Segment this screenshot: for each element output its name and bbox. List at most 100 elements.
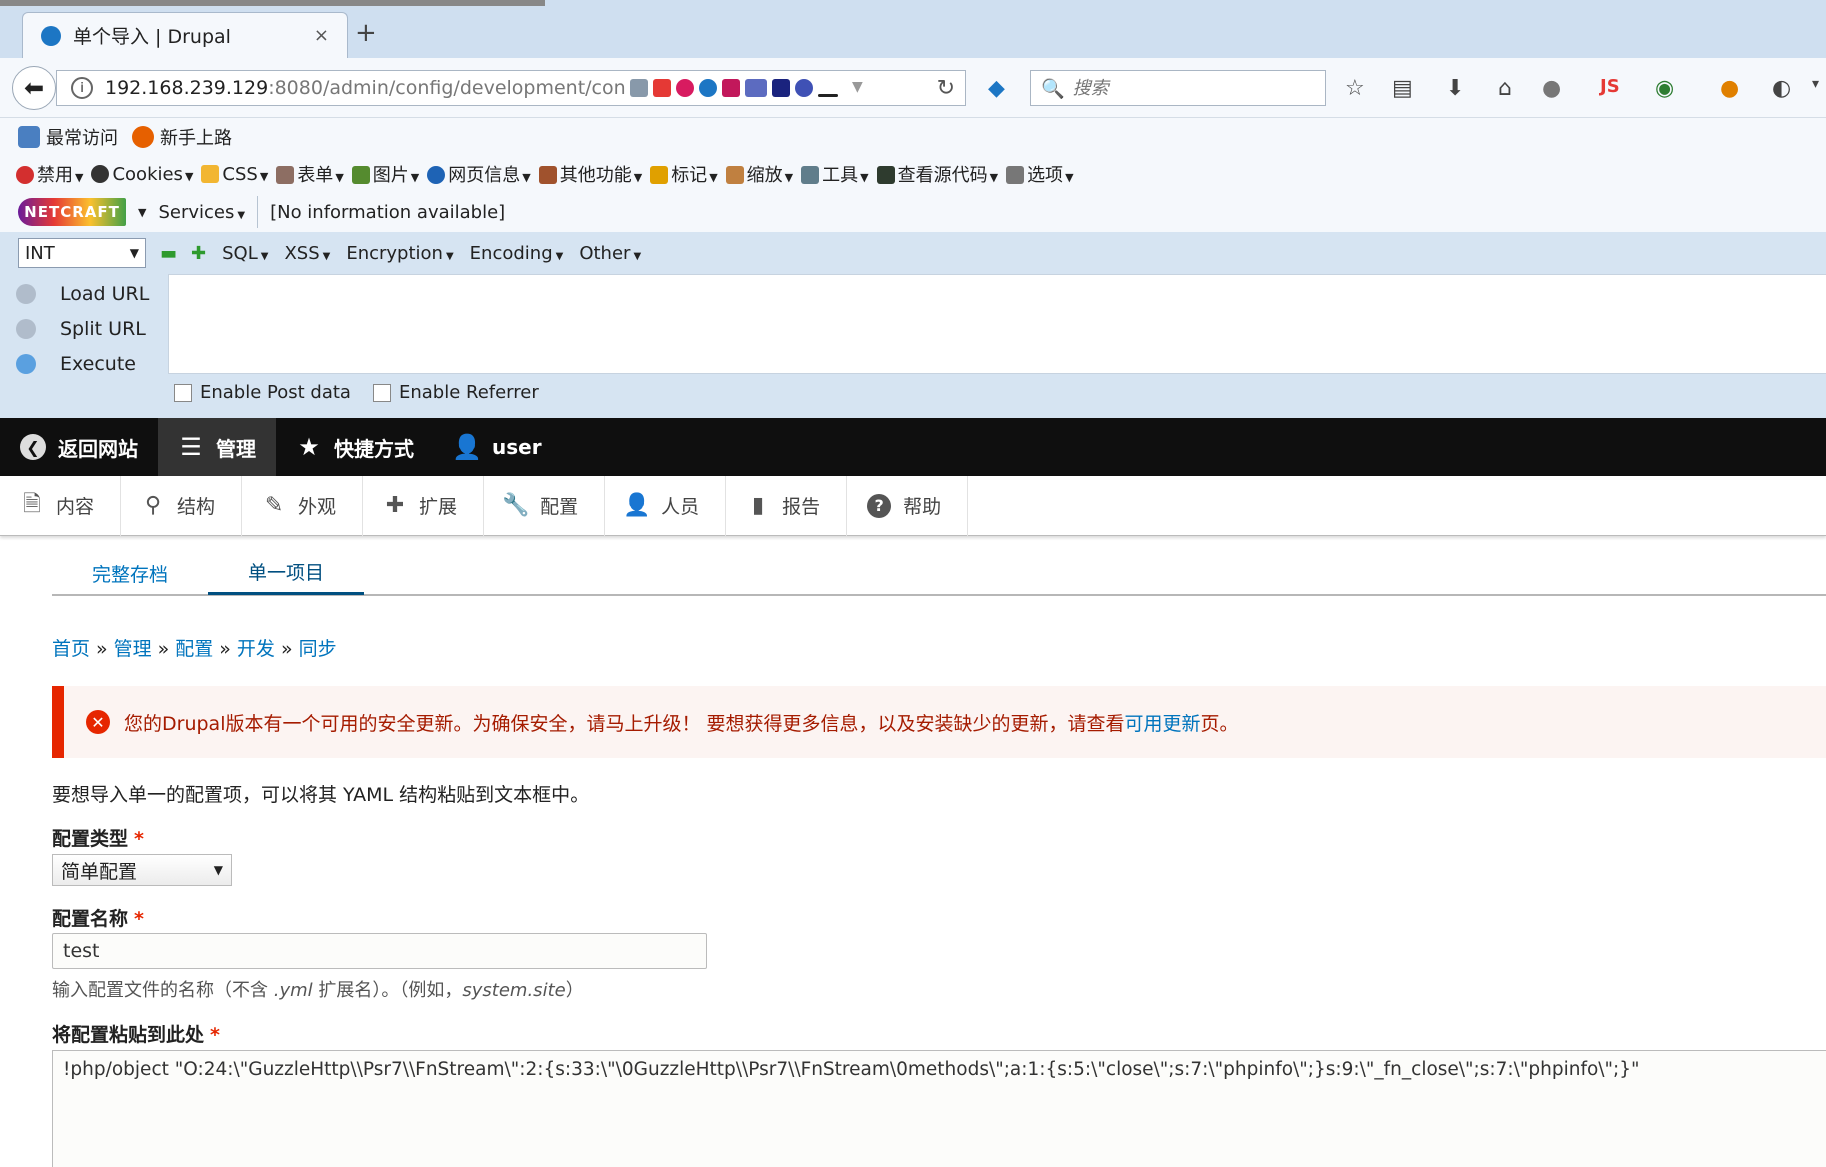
new-tab-button[interactable]: + xyxy=(355,18,377,48)
search-bar[interactable]: 🔍 xyxy=(1030,70,1326,106)
tray-configuration[interactable]: 🔧 配置 xyxy=(484,475,606,536)
wd-info-menu[interactable]: 网页信息 ▼ xyxy=(427,161,531,187)
wd-resize-menu[interactable]: 缩放 ▼ xyxy=(725,161,793,187)
tray-extend[interactable]: ✚ 扩展 xyxy=(363,475,485,536)
options-icon xyxy=(1006,166,1025,184)
load-url-button[interactable]: Load URL xyxy=(16,276,166,311)
decrease-icon[interactable]: ▬ xyxy=(160,243,177,264)
hackbar-sql-menu[interactable]: SQL ▼ xyxy=(222,243,268,264)
split-url-button[interactable]: Split URL xyxy=(16,311,166,346)
breadcrumb-home[interactable]: 首页 xyxy=(52,638,90,660)
back-button[interactable]: ⬅ xyxy=(12,66,56,110)
bookmark-star-icon[interactable]: ☆ xyxy=(1345,76,1365,101)
tab-single-item[interactable]: 单一项目 xyxy=(208,551,365,595)
tray-people[interactable]: 👤 人员 xyxy=(605,475,727,536)
dropdown-arrow-icon[interactable]: ▼ xyxy=(852,79,863,97)
firebug-icon[interactable]: ● xyxy=(1720,76,1739,101)
underline-ext-icon[interactable] xyxy=(818,94,838,97)
available-updates-link[interactable]: 可用更新 xyxy=(1125,713,1201,735)
drupal-ext-icon[interactable] xyxy=(699,79,717,97)
breadcrumb-config[interactable]: 配置 xyxy=(175,638,213,660)
url-bar[interactable]: i 192.168.239.129:8080/admin/config/deve… xyxy=(56,70,966,106)
wd-outline-menu[interactable]: 标记 ▼ xyxy=(650,161,718,187)
marker-icon xyxy=(650,166,669,184)
drupal-admin-toolbar: ❮ 返回网站 ☰ 管理 ★ 快捷方式 👤 user xyxy=(0,418,1826,476)
netcraft-services-menu[interactable]: Services ▼ xyxy=(158,202,245,223)
bird-ext-icon[interactable]: ◆ xyxy=(988,76,1005,101)
overflow-icon[interactable]: ▾ xyxy=(1812,76,1819,92)
config-name-description: 输入配置文件的名称（不含 .yml 扩展名）。（例如，system.site） xyxy=(52,980,584,1001)
proxy-icon[interactable]: ◉ xyxy=(1655,76,1674,101)
increase-icon[interactable]: ✚ xyxy=(191,243,206,264)
netcraft-logo[interactable]: NETCRAFT xyxy=(18,198,126,226)
tray-help[interactable]: ? 帮助 xyxy=(847,475,969,536)
wd-options-menu[interactable]: 选项 ▼ xyxy=(1006,161,1074,187)
menu-label: 其他功能 xyxy=(559,165,632,186)
config-paste-textarea[interactable]: !php/object "O:24:\"GuzzleHttp\\Psr7\\Fn… xyxy=(52,1050,1826,1167)
hackbar-xss-menu[interactable]: XSS ▼ xyxy=(284,243,330,264)
wd-css-menu[interactable]: CSS ▼ xyxy=(201,164,268,185)
tray-appearance[interactable]: ✎ 外观 xyxy=(242,475,364,536)
execute-button[interactable]: Execute xyxy=(16,346,166,381)
config-sync-tabs: 完整存档 单一项目 xyxy=(52,552,1826,596)
netcraft-info: [No information available] xyxy=(270,201,506,223)
home-icon[interactable]: ⌂ xyxy=(1498,76,1512,101)
tray-structure[interactable]: ⚲ 结构 xyxy=(121,475,243,536)
enable-post-data-checkbox[interactable]: Enable Post data xyxy=(174,382,351,403)
tray-reports[interactable]: ▮ 报告 xyxy=(726,475,848,536)
wd-disable-menu[interactable]: 禁用 ▼ xyxy=(16,161,83,187)
site-info-icon[interactable]: i xyxy=(71,77,93,99)
wd-cookies-menu[interactable]: Cookies ▼ xyxy=(91,164,193,185)
bookmark-most-visited[interactable]: 最常访问 xyxy=(18,124,118,150)
browser-tab[interactable]: 单个导入 | Drupal × xyxy=(22,12,348,58)
required-mark: * xyxy=(210,1024,220,1046)
reading-list-icon[interactable]: ▤ xyxy=(1392,76,1413,101)
feather-ext-icon[interactable] xyxy=(653,79,671,97)
globe-icon[interactable]: ● xyxy=(1542,76,1561,101)
toolbar-user[interactable]: 👤 user xyxy=(434,418,562,476)
wd-images-menu[interactable]: 图片 ▼ xyxy=(351,161,419,187)
wd-view-source-menu[interactable]: 查看源代码 ▼ xyxy=(876,161,998,187)
js-toggle-icon[interactable]: JS xyxy=(1600,76,1620,97)
reload-icon[interactable]: ↻ xyxy=(937,76,955,101)
netcraft-dropdown-icon[interactable]: ▼ xyxy=(138,206,146,219)
bookmark-label: 最常访问 xyxy=(46,128,118,149)
puzzle-icon: ✚ xyxy=(385,493,405,518)
network-ext-icon[interactable] xyxy=(630,79,648,97)
config-type-select[interactable]: 简单配置 ▼ xyxy=(52,854,232,886)
wd-misc-menu[interactable]: 其他功能 ▼ xyxy=(538,161,642,187)
security-update-alert: ✕ 您的Drupal版本有一个可用的安全更新。为确保安全，请马上升级！ 要想获得… xyxy=(52,686,1826,758)
tray-content[interactable]: 🗎 内容 xyxy=(0,475,122,536)
required-mark: * xyxy=(134,828,144,850)
hackbar-url-textarea[interactable] xyxy=(168,274,1826,374)
toolbar-shortcuts[interactable]: ★ 快捷方式 xyxy=(276,418,434,476)
breadcrumb-sync[interactable]: 同步 xyxy=(299,638,337,660)
tab-full-archive[interactable]: 完整存档 xyxy=(52,551,208,595)
hackbar-encoding-menu[interactable]: Encoding ▼ xyxy=(470,243,564,264)
wd-tools-menu[interactable]: 工具 ▼ xyxy=(801,161,869,187)
enable-referrer-checkbox[interactable]: Enable Referrer xyxy=(372,382,539,403)
wave-ext-icon[interactable] xyxy=(795,79,813,97)
laravel-ext-icon[interactable] xyxy=(722,79,740,97)
load-url-icon xyxy=(16,283,36,304)
hackbar-other-menu[interactable]: Other ▼ xyxy=(579,243,641,264)
download-icon[interactable]: ⬇ xyxy=(1446,76,1464,101)
config-name-input[interactable] xyxy=(52,933,707,969)
search-input[interactable] xyxy=(1072,77,1313,99)
hackbar-encryption-menu[interactable]: Encryption ▼ xyxy=(346,243,453,264)
bookmark-getting-started[interactable]: 新手上路 xyxy=(132,124,232,150)
hackbar-type-select[interactable]: INT ▼ xyxy=(18,238,146,268)
breadcrumb-development[interactable]: 开发 xyxy=(237,638,275,660)
wd-forms-menu[interactable]: 表单 ▼ xyxy=(276,161,344,187)
php-ext-icon[interactable] xyxy=(745,79,767,97)
tab-close-icon[interactable]: × xyxy=(314,25,329,46)
breadcrumb-admin[interactable]: 管理 xyxy=(114,638,152,660)
bowtie-ext-icon[interactable] xyxy=(772,79,790,97)
palette-icon[interactable]: ◐ xyxy=(1772,76,1791,101)
debian-ext-icon[interactable] xyxy=(676,79,694,97)
bookmarks-bar: 最常访问 新手上路 xyxy=(0,118,1826,156)
image-icon xyxy=(351,166,370,184)
toolbar-back-to-site[interactable]: ❮ 返回网站 xyxy=(0,418,158,476)
url-text[interactable]: 192.168.239.129:8080/admin/config/develo… xyxy=(105,77,625,99)
toolbar-manage[interactable]: ☰ 管理 xyxy=(158,418,276,476)
